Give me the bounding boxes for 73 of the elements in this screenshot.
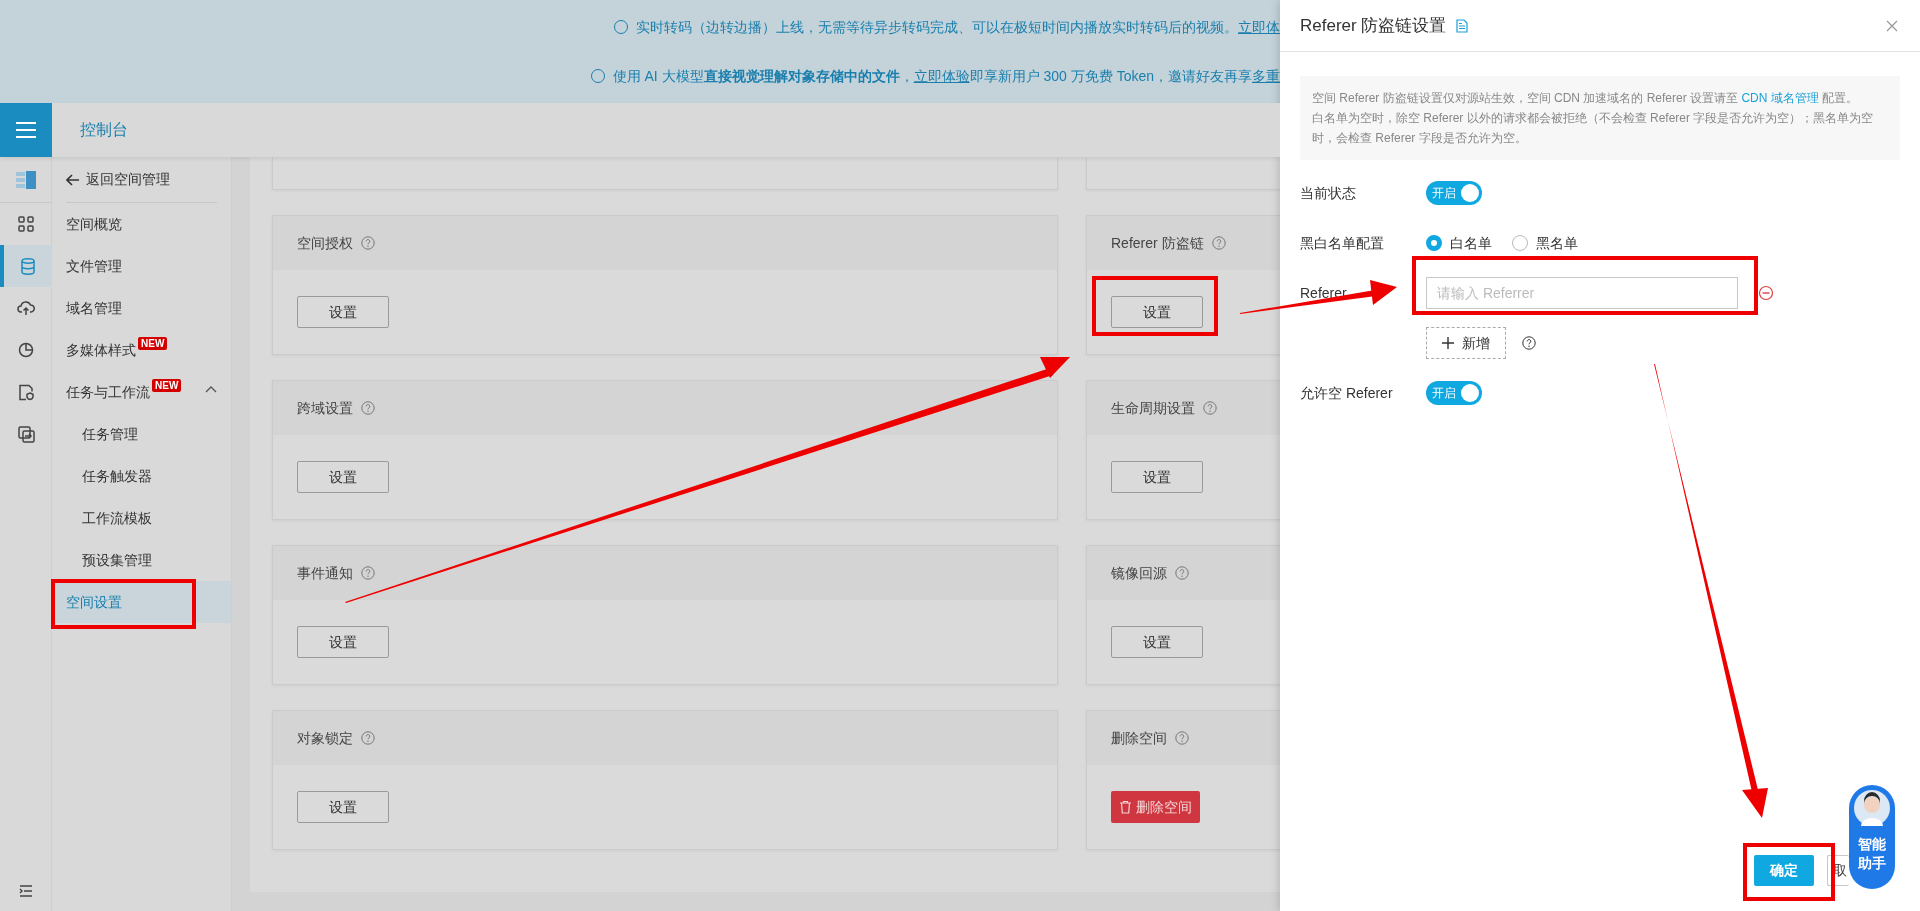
cloud-icon xyxy=(17,300,35,316)
file-shield-icon xyxy=(17,383,35,401)
radio-option[interactable]: 黑名单 xyxy=(1512,232,1578,254)
assistant-button[interactable]: 智能助手 xyxy=(1849,785,1895,889)
settings-button[interactable]: 设置 xyxy=(297,461,389,493)
drawer-title: Referer 防盗链设置 xyxy=(1300,14,1447,37)
settings-button[interactable]: 设置 xyxy=(1111,461,1203,493)
card-title: 跨域设置 xyxy=(297,398,353,418)
card-title: 删除空间 xyxy=(1111,728,1167,748)
database-icon xyxy=(21,257,35,275)
close-icon xyxy=(1886,19,1898,32)
card-title: 生命周期设置 xyxy=(1111,398,1195,418)
card-title: 事件通知 xyxy=(297,563,353,583)
chevron-up-icon[interactable] xyxy=(205,385,217,393)
collapse-icon[interactable] xyxy=(18,885,33,897)
sidebar-icon-button[interactable] xyxy=(0,245,52,287)
info-text: 空间 Referer 防盗链设置仅对源站生效，空间 CDN 加速域名的 Referer 设置请至 CDN 域名管理 配置。 xyxy=(1312,90,1860,107)
help-icon[interactable] xyxy=(361,236,375,250)
nav-item[interactable]: 预设集管理 xyxy=(52,539,231,581)
info-text: 白名单为空时，除空 Referer 以外的请求都会被拒绝（不会检查 Referer 字段是否允许为空）；黑名单为空时，会检查 Referer 字段是否允许为空。 xyxy=(1312,110,1875,147)
menu-button[interactable] xyxy=(0,103,52,157)
back-arrow-icon xyxy=(66,173,80,186)
field-label: 黑白名单配置 xyxy=(1300,235,1384,251)
nav-item[interactable]: 文件管理 xyxy=(52,245,231,287)
help-icon[interactable] xyxy=(1522,336,1536,350)
radio-option[interactable]: 白名单 xyxy=(1426,232,1492,254)
trash-icon xyxy=(1119,800,1132,814)
new-badge: NEW xyxy=(152,378,182,392)
help-icon[interactable] xyxy=(1175,566,1189,580)
radio-button[interactable] xyxy=(1426,235,1442,251)
new-badge: NEW xyxy=(138,336,168,350)
help-icon[interactable] xyxy=(1175,731,1189,745)
help-icon[interactable] xyxy=(1203,401,1217,415)
notice-text: 实时转码（边转边播）上线，无需等待异步转码完成、可以在极短时间内播放实时转码后的视频。立即体 xyxy=(636,17,1280,37)
card-title: 镜像回源 xyxy=(1111,563,1167,583)
delete-space-button[interactable]: 删除空间 xyxy=(1111,791,1200,823)
card-title: 对象锁定 xyxy=(297,728,353,748)
console-title: 控制台 xyxy=(80,120,128,140)
field-label: 当前状态 xyxy=(1300,185,1356,201)
nav-item[interactable]: 空间概览 xyxy=(52,203,231,245)
swap-box-icon xyxy=(17,425,35,443)
plus-icon xyxy=(1442,337,1454,349)
field-label: Referer xyxy=(1300,285,1347,301)
nav-item[interactable]: 任务触发器 xyxy=(52,455,231,497)
notice-text: 使用 AI 大模型直接视觉理解对象存储中的文件，立即体验即享新用户 300 万免费 Token，邀请好友再享多重 xyxy=(612,66,1280,86)
settings-button[interactable]: 设置 xyxy=(297,626,389,658)
settings-button[interactable]: 设置 xyxy=(297,296,389,328)
radio-button[interactable] xyxy=(1512,235,1528,251)
nav-item[interactable]: 任务管理 xyxy=(52,413,231,455)
help-icon[interactable] xyxy=(361,566,375,580)
grid-icon xyxy=(18,216,34,232)
help-icon[interactable] xyxy=(361,731,375,745)
settings-button[interactable]: 设置 xyxy=(1111,626,1203,658)
remove-icon[interactable] xyxy=(1758,285,1774,301)
settings-button[interactable]: 设置 xyxy=(297,791,389,823)
pie-chart-icon xyxy=(18,342,34,358)
menu-icon xyxy=(15,121,37,139)
nav-item[interactable]: 工作流模板 xyxy=(52,497,231,539)
help-icon[interactable] xyxy=(1211,236,1226,250)
add-button[interactable]: 新增 xyxy=(1426,327,1506,359)
referer-input[interactable]: 请输入 Referrer xyxy=(1426,277,1738,309)
document-icon[interactable] xyxy=(1456,18,1469,33)
nav-item[interactable]: 多媒体样式 NEW xyxy=(52,329,231,371)
help-icon[interactable] xyxy=(361,401,375,415)
back-link[interactable]: 返回空间管理 xyxy=(66,157,217,203)
card-title: Referer 防盗链 xyxy=(1111,233,1204,253)
nav-item[interactable]: 任务与工作流 NEW xyxy=(52,371,231,413)
avatar-icon xyxy=(1853,789,1891,827)
card-title: 空间授权 xyxy=(297,233,353,253)
settings-button[interactable]: 设置 xyxy=(1111,296,1203,328)
logo-icon xyxy=(15,169,37,190)
field-label: 允许空 Referer xyxy=(1300,385,1393,401)
nav-item[interactable]: 域名管理 xyxy=(52,287,231,329)
